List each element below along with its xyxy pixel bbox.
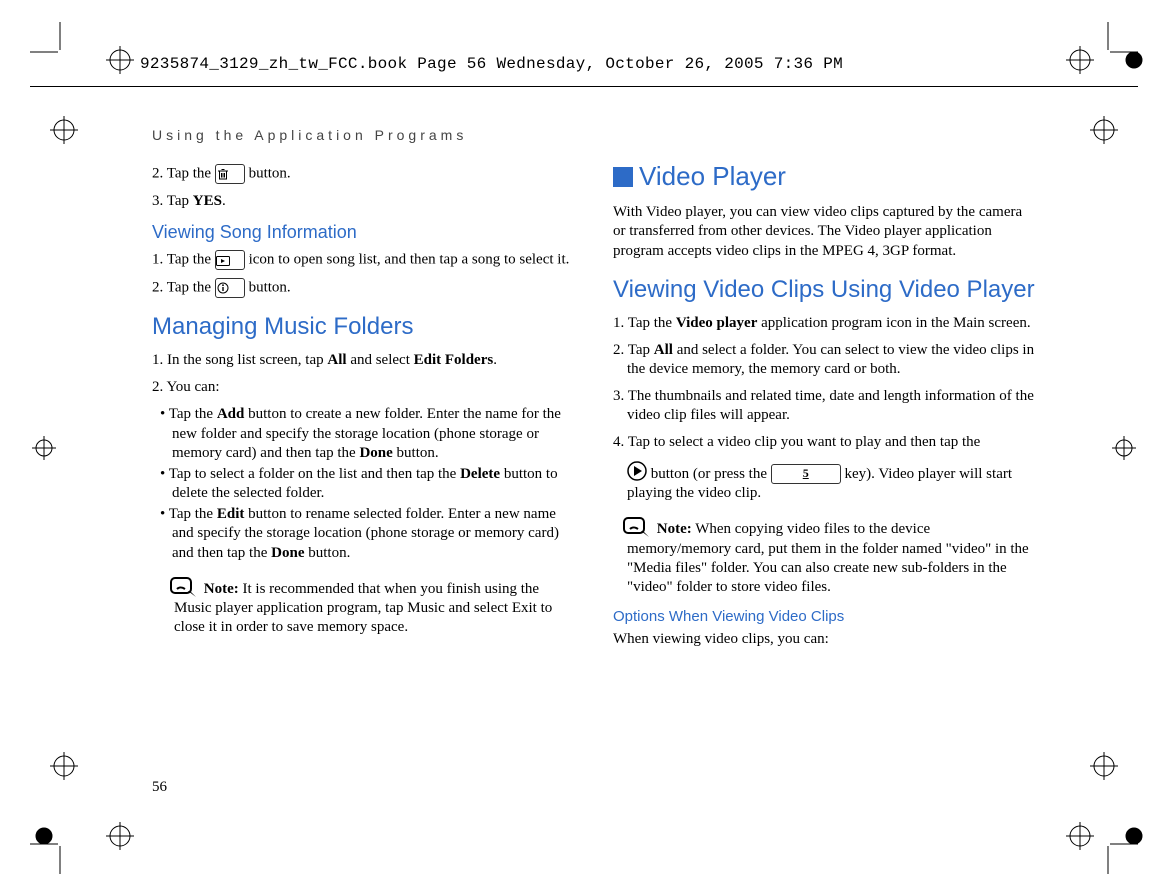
text: 1. Tap the (152, 252, 215, 268)
text: button. (249, 165, 291, 181)
mf-step2: 2. You can: (152, 378, 577, 397)
text: 3. Tap (152, 193, 193, 209)
video-intro: With Video player, you can view video cl… (613, 203, 1038, 261)
bold-yes: YES (193, 193, 222, 209)
options-intro: When viewing video clips, you can: (613, 630, 1038, 649)
vc-step3: 3. The thumbnails and related time, date… (613, 387, 1038, 425)
vs-step1: 1. Tap the icon to open song list, and t… (152, 250, 577, 270)
step-tap-yes: 3. Tap YES. (152, 192, 577, 211)
text: 1. Tap the (613, 315, 676, 331)
heading-video-player: Video Player (613, 160, 1038, 193)
note-icon (170, 577, 198, 599)
vc-step1: 1. Tap the Video player application prog… (613, 314, 1038, 333)
heading-viewing-song-info: Viewing Song Information (152, 221, 577, 244)
text: 2. Tap the (152, 165, 215, 181)
info-button-icon (215, 278, 245, 298)
vc-step4-line2: button (or press the 5 key). Video playe… (613, 461, 1038, 504)
note-music-exit: Note: It is recommended that when you fi… (152, 577, 577, 638)
text: 2. Tap the (152, 280, 215, 296)
play-circle-icon (627, 466, 651, 482)
bold-delete: Delete (460, 466, 500, 482)
key-5-icon: 5 (771, 464, 841, 484)
mf-bullet-add: • Tap the Add button to create a new fol… (152, 405, 577, 463)
heading-managing-folders: Managing Music Folders (152, 312, 577, 343)
text: . (222, 193, 226, 209)
text: • Tap the (160, 506, 217, 522)
heading-options-viewing: Options When Viewing Video Clips (613, 607, 1038, 626)
bold-done: Done (359, 445, 392, 461)
text: and select a folder. You can select to v… (627, 342, 1034, 377)
vs-step2: 2. Tap the button. (152, 278, 577, 298)
text: application program icon in the Main scr… (757, 315, 1030, 331)
vc-step2: 2. Tap All and select a folder. You can … (613, 341, 1038, 379)
bold-all: All (654, 342, 673, 358)
mf-step1: 1. In the song list screen, tap All and … (152, 351, 577, 370)
bold-video-player: Video player (676, 315, 758, 331)
note-label: Note: (204, 581, 239, 597)
text: icon to open song list, and then tap a s… (249, 252, 570, 268)
running-head: Using the Application Programs (152, 127, 467, 143)
text: button (or press the (651, 466, 771, 482)
bold-all: All (327, 352, 346, 368)
heading-viewing-clips: Viewing Video Clips Using Video Player (613, 275, 1038, 306)
text: button. (304, 545, 350, 561)
text: and select (347, 352, 414, 368)
section-square-icon (613, 167, 633, 187)
mf-bullet-edit: • Tap the Edit button to rename selected… (152, 505, 577, 563)
bold-edit-folders: Edit Folders (414, 352, 494, 368)
bold-add: Add (217, 406, 245, 422)
header-rule (30, 86, 1138, 87)
text: • Tap to select a folder on the list and… (160, 466, 460, 482)
text: . (493, 352, 497, 368)
step-tap-trash: 2. Tap the button. (152, 164, 577, 184)
text: 2. Tap (613, 342, 654, 358)
text: Video Player (639, 161, 786, 191)
note-video-folder: Note: When copying video files to the de… (613, 517, 1038, 597)
text: button. (393, 445, 439, 461)
page-number: 56 (152, 779, 167, 796)
mf-bullet-delete: • Tap to select a folder on the list and… (152, 465, 577, 503)
note-label: Note: (657, 521, 692, 537)
page-body: 2. Tap the button. 3. Tap YES. Viewing S… (152, 160, 1038, 806)
framemaker-header: 9235874_3129_zh_tw_FCC.book Page 56 Wedn… (140, 55, 843, 73)
vc-step4-line1: 4. Tap to select a video clip you want t… (613, 433, 1038, 452)
bold-done: Done (271, 545, 304, 561)
trash-button-icon (215, 164, 245, 184)
songlist-icon (215, 250, 245, 270)
note-icon (623, 517, 651, 539)
bold-edit: Edit (217, 506, 245, 522)
text: 1. In the song list screen, tap (152, 352, 327, 368)
text: button. (249, 280, 291, 296)
key-label: 5 (803, 466, 809, 480)
text: • Tap the (160, 406, 217, 422)
